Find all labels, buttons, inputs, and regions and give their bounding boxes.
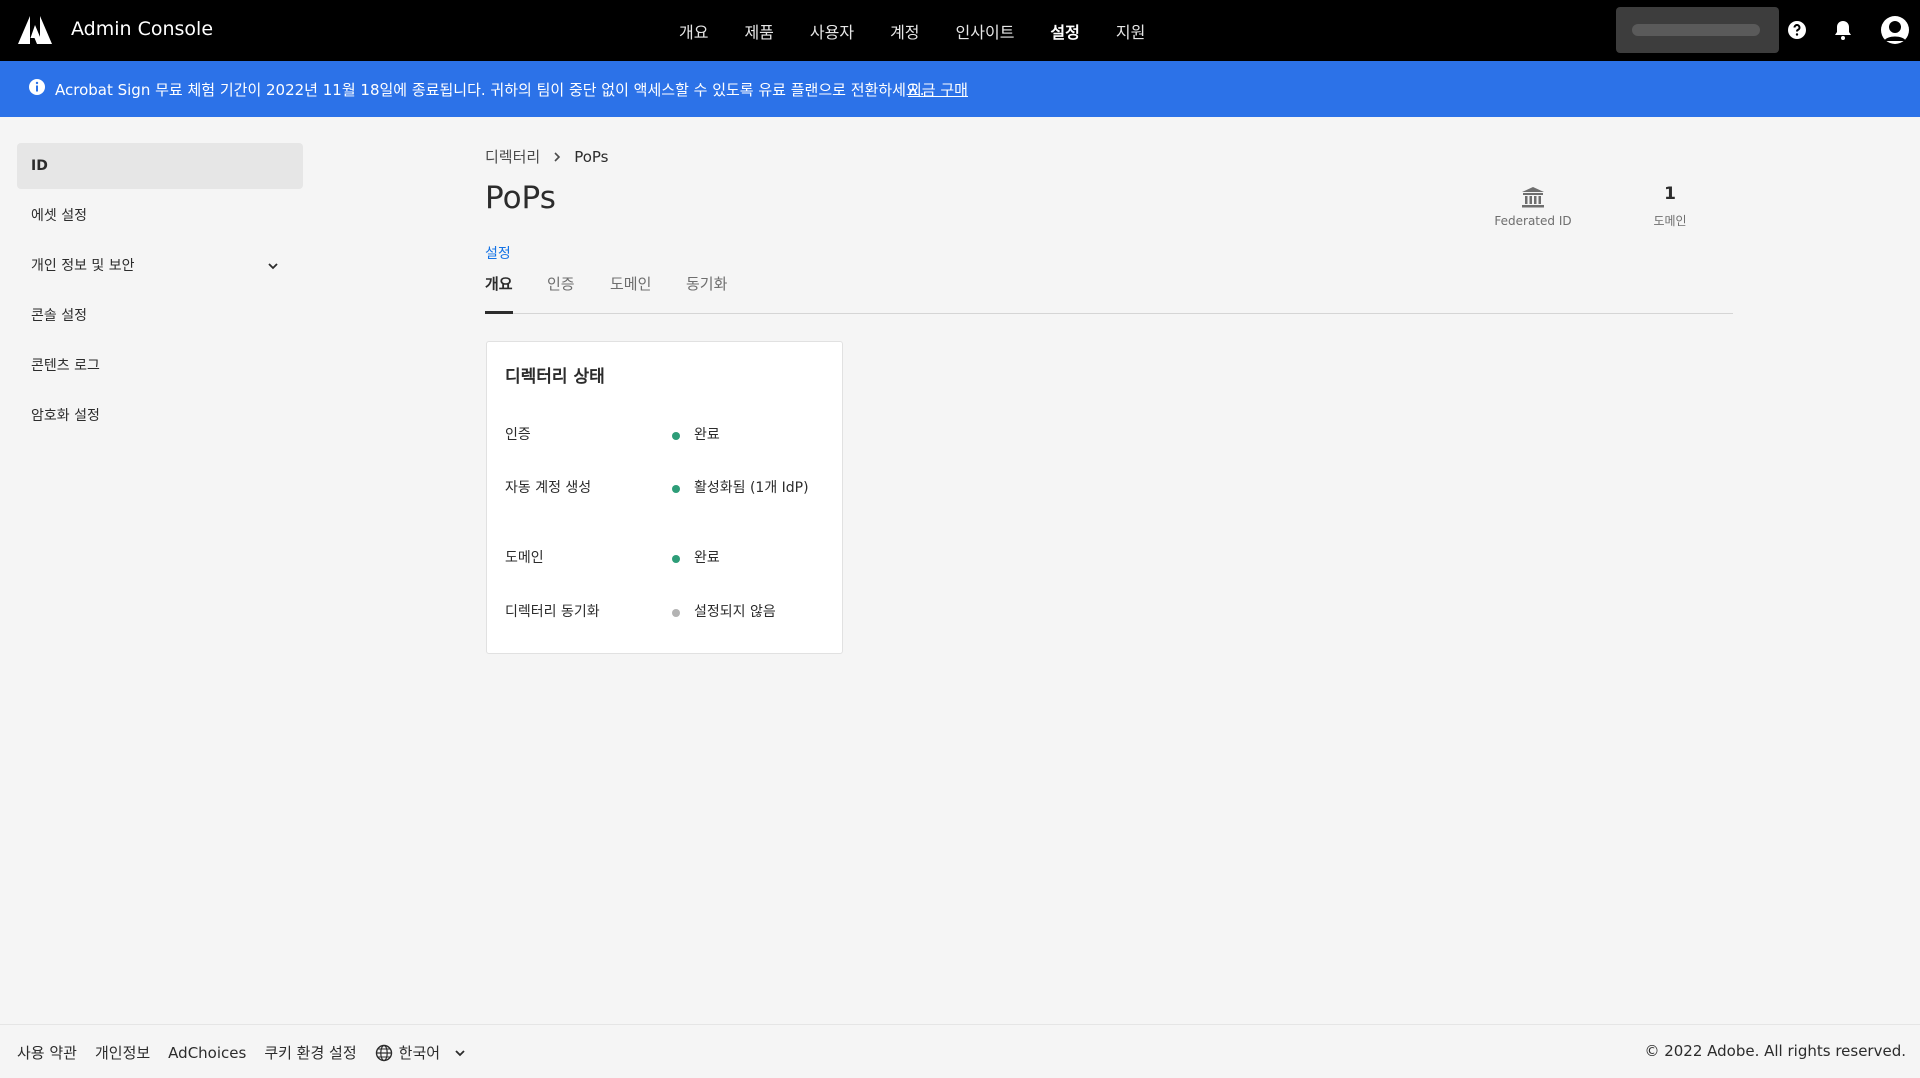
sidebar: ID 에셋 설정 개인 정보 및 보안 콘솔 설정 콘텐츠 로그 암호화 설정: [17, 143, 303, 443]
settings-link[interactable]: 설정: [485, 243, 511, 263]
footer: 사용 약관 개인정보 AdChoices 쿠키 환경 설정 한국어 © 2022…: [0, 1024, 1920, 1078]
domains-stat: 1 도메인: [1640, 184, 1700, 229]
bell-icon[interactable]: [1831, 18, 1855, 42]
nav-account[interactable]: 계정: [890, 19, 919, 43]
chevron-down-icon: [455, 1049, 465, 1056]
org-switcher[interactable]: [1616, 7, 1779, 53]
nav-overview[interactable]: 개요: [679, 19, 708, 43]
footer-link-privacy[interactable]: 개인정보: [95, 1042, 150, 1063]
language-selector[interactable]: 한국어: [375, 1042, 466, 1063]
app-title[interactable]: Admin Console: [71, 18, 213, 40]
trial-banner: Acrobat Sign 무료 체험 기간이 2022년 11월 18일에 종료…: [0, 61, 1920, 117]
adobe-logo-icon[interactable]: [18, 16, 52, 44]
status-row-value: 설정되지 않음: [694, 604, 776, 620]
sidebar-item-content-logs[interactable]: 콘텐츠 로그: [17, 343, 303, 389]
sidebar-item-console-settings[interactable]: 콘솔 설정: [17, 293, 303, 339]
sidebar-item-identity[interactable]: ID: [17, 143, 303, 189]
top-bar: Admin Console 개요 제품 사용자 계정 인사이트 설정 지원: [0, 0, 1920, 61]
main-nav: 개요 제품 사용자 계정 인사이트 설정 지원: [679, 19, 1181, 43]
nav-insights[interactable]: 인사이트: [956, 19, 1015, 43]
banner-message: Acrobat Sign 무료 체험 기간이 2022년 11월 18일에 종료…: [55, 81, 925, 99]
status-dot-none: [672, 609, 680, 617]
tab-sync[interactable]: 동기화: [686, 273, 727, 313]
chevron-down-icon: [268, 263, 278, 270]
card-title: 디렉터리 상태: [505, 367, 605, 387]
nav-support[interactable]: 지원: [1116, 19, 1145, 43]
directory-status-card: 디렉터리 상태 인증 완료 자동 계정 생성 활성화됨 (1개 IdP) 도메인…: [486, 341, 843, 654]
status-dot-ok: [672, 432, 680, 440]
status-row-label: 자동 계정 생성: [505, 480, 592, 496]
sidebar-item-privacy-security[interactable]: 개인 정보 및 보안: [17, 243, 303, 289]
copyright: © 2022 Adobe. All rights reserved.: [1644, 1042, 1906, 1060]
footer-link-terms[interactable]: 사용 약관: [17, 1042, 77, 1063]
sidebar-item-encryption-settings[interactable]: 암호화 설정: [17, 393, 303, 439]
breadcrumb: 디렉터리 PoPs: [485, 146, 609, 167]
info-icon: [29, 79, 45, 95]
sidebar-item-asset-settings[interactable]: 에셋 설정: [17, 193, 303, 239]
page-title: PoPs: [485, 180, 556, 216]
status-row-value: 완료: [694, 550, 720, 566]
tab-authentication[interactable]: 인증: [547, 273, 575, 313]
breadcrumb-current: PoPs: [574, 147, 609, 166]
buy-now-link[interactable]: 지금 구매: [908, 79, 968, 100]
directory-type-label: Federated ID: [1494, 214, 1572, 228]
language-label: 한국어: [398, 1044, 441, 1062]
status-row-label: 디렉터리 동기화: [505, 604, 600, 620]
nav-settings[interactable]: 설정: [1050, 19, 1079, 43]
org-name-redacted: [1632, 24, 1760, 36]
directory-tabs: 개요 인증 도메인 동기화: [485, 273, 1733, 314]
status-row-value: 활성화됨 (1개 IdP): [694, 480, 809, 496]
avatar-icon[interactable]: [1880, 15, 1910, 45]
chevron-right-icon: [554, 151, 561, 162]
tab-domains[interactable]: 도메인: [610, 273, 651, 313]
nav-users[interactable]: 사용자: [810, 19, 854, 43]
footer-link-cookies[interactable]: 쿠키 환경 설정: [264, 1042, 356, 1063]
domains-count: 1: [1664, 184, 1676, 204]
status-row-label: 도메인: [505, 550, 544, 566]
sidebar-item-label: 개인 정보 및 보안: [31, 258, 135, 274]
globe-icon: [375, 1044, 392, 1061]
tab-overview[interactable]: 개요: [485, 273, 513, 314]
footer-link-adchoices[interactable]: AdChoices: [168, 1044, 246, 1062]
help-icon[interactable]: [1785, 18, 1809, 42]
directory-type-stat: Federated ID: [1480, 186, 1586, 228]
nav-products[interactable]: 제품: [744, 19, 773, 43]
breadcrumb-directories[interactable]: 디렉터리: [485, 146, 540, 167]
bank-icon: [1522, 187, 1544, 208]
footer-links: 사용 약관 개인정보 AdChoices 쿠키 환경 설정 한국어: [17, 1042, 466, 1063]
status-dot-ok: [672, 485, 680, 493]
status-dot-ok: [672, 555, 680, 563]
status-row-value: 완료: [694, 427, 720, 443]
status-row-label: 인증: [505, 427, 531, 443]
domains-label: 도메인: [1653, 214, 1687, 228]
